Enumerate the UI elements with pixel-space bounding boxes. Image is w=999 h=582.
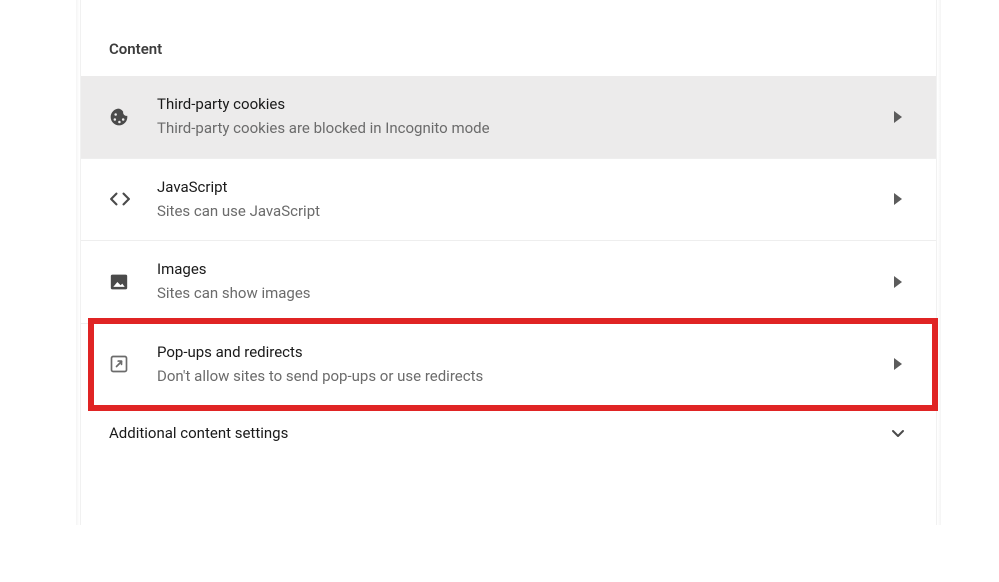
chevron-right-icon (888, 111, 908, 123)
cookie-icon (109, 107, 157, 127)
row-sublabel: Sites can show images (157, 282, 848, 305)
row-popups-redirects[interactable]: Pop-ups and redirects Don't allow sites … (81, 324, 936, 406)
row-label: JavaScript (157, 177, 848, 198)
row-label: Third-party cookies (157, 94, 848, 115)
code-icon (109, 191, 157, 207)
row-label: Additional content settings (109, 423, 888, 444)
row-third-party-cookies[interactable]: Third-party cookies Third-party cookies … (81, 76, 936, 159)
row-sublabel: Sites can use JavaScript (157, 200, 848, 223)
section-title: Content (81, 0, 936, 76)
row-sublabel: Don't allow sites to send pop-ups or use… (157, 365, 848, 388)
row-label: Images (157, 259, 848, 280)
image-icon (109, 273, 157, 291)
chevron-down-icon (888, 429, 908, 438)
row-javascript[interactable]: JavaScript Sites can use JavaScript (81, 159, 936, 242)
row-sublabel: Third-party cookies are blocked in Incog… (157, 117, 848, 140)
row-label: Pop-ups and redirects (157, 342, 848, 363)
chevron-right-icon (888, 358, 908, 370)
row-images[interactable]: Images Sites can show images (81, 241, 936, 324)
chevron-right-icon (888, 193, 908, 205)
content-settings-panel: Content Third-party cookies Third-party … (80, 0, 937, 525)
popup-icon (109, 354, 157, 374)
row-additional-content-settings[interactable]: Additional content settings (81, 405, 936, 462)
chevron-right-icon (888, 276, 908, 288)
